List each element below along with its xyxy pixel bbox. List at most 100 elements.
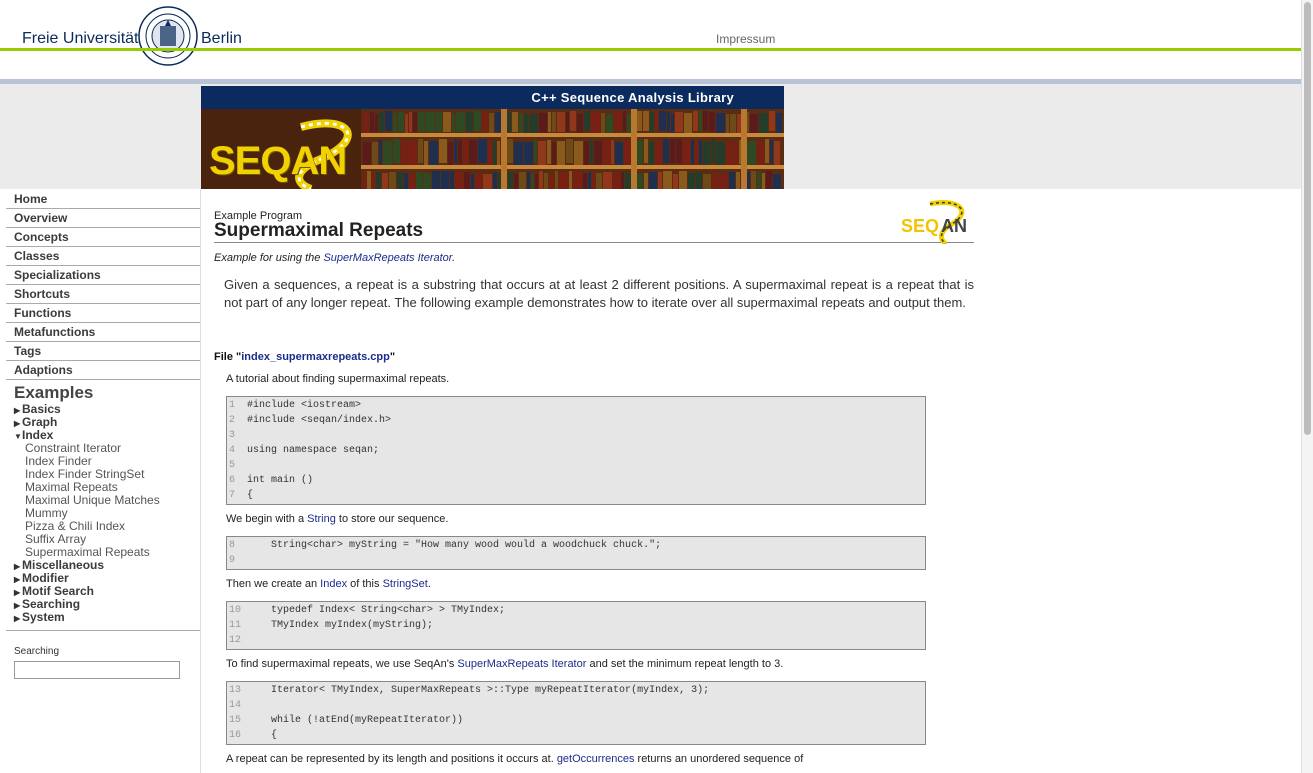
example-category-system[interactable]: ▶ System (6, 611, 200, 624)
book-decoration (463, 139, 468, 163)
book-decoration (596, 173, 602, 189)
sidebar-border (200, 190, 201, 773)
book-decoration (765, 139, 769, 163)
book-decoration (466, 112, 473, 132)
nav-item-tags[interactable]: Tags (6, 342, 200, 361)
line-number: 13 (229, 685, 242, 696)
search-input[interactable] (14, 661, 180, 679)
nav-item-metafunctions[interactable]: Metafunctions (6, 323, 200, 342)
book-decoration (363, 142, 371, 166)
book-decoration (588, 172, 591, 189)
tutorial-intro-text: A tutorial about finding supermaximal re… (226, 373, 450, 385)
book-decoration (493, 141, 496, 165)
index-link[interactable]: Index (320, 578, 347, 590)
book-decoration (601, 113, 605, 133)
nav-item-specializations[interactable]: Specializations (6, 266, 200, 285)
supermaxrepeats-iterator-link-2[interactable]: SuperMaxRepeats Iterator (457, 658, 586, 670)
book-decoration (514, 174, 518, 189)
book-decoration (703, 174, 711, 189)
stringset-link[interactable]: StringSet (383, 578, 428, 590)
book-decoration (684, 113, 692, 133)
title-divider (214, 242, 974, 243)
paragraph-string: We begin with a String to store our sequ… (226, 513, 449, 525)
book-decoration (450, 171, 454, 189)
book-decoration (547, 140, 551, 164)
code-text: typedef Index< String<char> > TMyIndex; (247, 605, 506, 616)
book-decoration (454, 139, 457, 163)
book-decoration (747, 141, 756, 165)
line-number: 3 (229, 430, 236, 441)
book-decoration (443, 112, 451, 132)
line-number: 8 (229, 540, 236, 551)
code-line: 15 while (!atEnd(myRepeatIterator)) (227, 713, 925, 728)
nav-item-concepts[interactable]: Concepts (6, 228, 200, 247)
code-text: while (!atEnd(myRepeatIterator)) (247, 715, 464, 726)
supermaxrepeats-iterator-link[interactable]: SuperMaxRepeats Iterator (323, 252, 452, 264)
header-green-rule (0, 48, 1301, 51)
book-decoration (644, 173, 648, 189)
code-line: 7{ (227, 488, 925, 503)
nav-item-home[interactable]: Home (6, 190, 200, 209)
book-decoration (573, 171, 582, 189)
code-block-2: 8 String<char> myString = "How many wood… (226, 536, 926, 570)
nav-item-overview[interactable]: Overview (6, 209, 200, 228)
book-decoration (367, 171, 371, 189)
book-decoration (519, 172, 526, 189)
string-link[interactable]: String (307, 513, 336, 525)
book-decoration (670, 139, 675, 163)
book-decoration (398, 112, 404, 132)
book-decoration (483, 174, 492, 189)
book-decoration (379, 112, 384, 132)
book-decoration (458, 140, 462, 164)
scrollbar-thumb[interactable] (1304, 2, 1311, 435)
book-decoration (592, 172, 595, 189)
nav-item-shortcuts[interactable]: Shortcuts (6, 285, 200, 304)
book-decoration (655, 111, 658, 131)
code-text: TMyIndex myIndex(myString); (247, 620, 434, 631)
code-text: String<char> myString = "How many wood w… (247, 540, 662, 551)
book-decoration (538, 141, 546, 165)
line-number: 9 (229, 555, 236, 566)
getoccurrences-link[interactable]: getOccurrences (557, 753, 635, 765)
book-decoration (699, 140, 702, 164)
university-seal-icon[interactable] (138, 6, 198, 66)
nav-item-adaptions[interactable]: Adaptions (6, 361, 200, 380)
book-decoration (699, 111, 702, 131)
book-decoration (508, 172, 513, 189)
book-decoration (471, 174, 474, 189)
book-decoration (594, 141, 602, 165)
book-decoration (643, 111, 649, 131)
book-decoration (716, 113, 725, 133)
book-decoration (644, 139, 648, 163)
book-decoration (529, 114, 538, 134)
book-decoration (730, 114, 736, 134)
book-decoration (729, 172, 735, 189)
book-decoration (448, 142, 453, 166)
book-decoration (676, 139, 682, 163)
line-number: 1 (229, 400, 236, 411)
source-file-link[interactable]: index_supermaxrepeats.cpp (241, 351, 390, 363)
code-line: 9 (227, 553, 925, 568)
nav-item-classes[interactable]: Classes (6, 247, 200, 266)
book-decoration (770, 140, 773, 164)
seqan-banner[interactable]: C++ Sequence Analysis Library SEQAN (201, 86, 784, 189)
book-decoration (577, 114, 583, 134)
vertical-scrollbar[interactable] (1301, 0, 1313, 773)
university-name-left[interactable]: Freie Universität (22, 30, 138, 48)
book-decoration (621, 172, 624, 189)
book-decoration (535, 174, 538, 189)
book-decoration (711, 139, 715, 163)
nav-item-functions[interactable]: Functions (6, 304, 200, 323)
code-text: #include <iostream> (247, 400, 362, 411)
impressum-link[interactable]: Impressum (716, 32, 775, 46)
book-decoration (557, 141, 565, 165)
book-decoration (683, 140, 690, 164)
book-decoration (614, 111, 622, 131)
paragraph-iterator: To find supermaximal repeats, we use Seq… (226, 658, 784, 670)
book-decoration (439, 139, 447, 163)
book-decoration (584, 111, 590, 131)
book-decoration (673, 174, 678, 189)
line-number: 16 (229, 730, 242, 741)
code-line: 13 Iterator< TMyIndex, SuperMaxRepeats >… (227, 683, 925, 698)
university-name-right[interactable]: Berlin (201, 30, 242, 48)
